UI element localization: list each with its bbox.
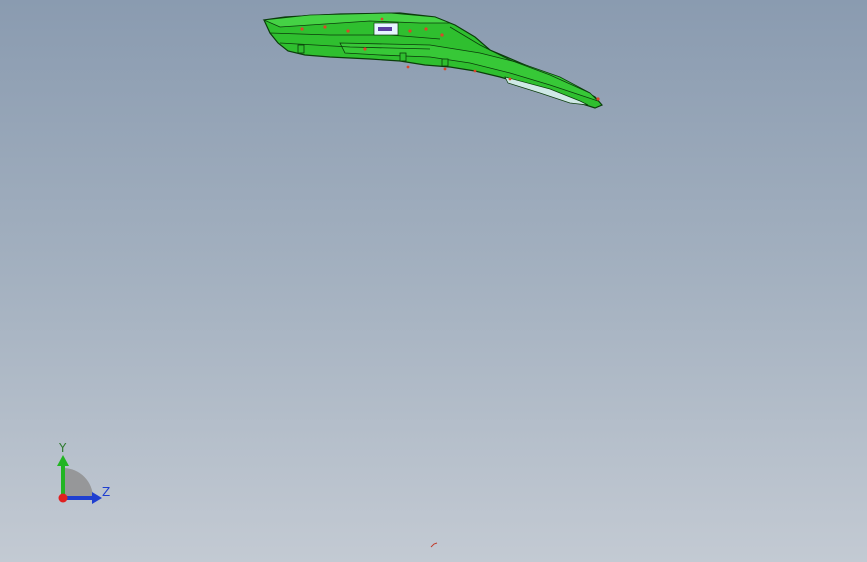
- z-axis-arrow-icon: [92, 492, 102, 504]
- y-axis-arrow-icon: [57, 455, 69, 466]
- orientation-triad[interactable]: Y Z: [48, 440, 123, 510]
- triad-origin-icon: [58, 493, 68, 503]
- stray-sketch-mark: [430, 542, 438, 548]
- triad-plane-quadrant: [63, 468, 93, 498]
- graphics-viewport[interactable]: Y Z: [0, 0, 867, 562]
- y-axis-label: Y: [59, 441, 67, 455]
- cad-model[interactable]: [250, 5, 620, 120]
- model-label-plate-mark: [378, 27, 392, 31]
- z-axis-label: Z: [102, 485, 111, 499]
